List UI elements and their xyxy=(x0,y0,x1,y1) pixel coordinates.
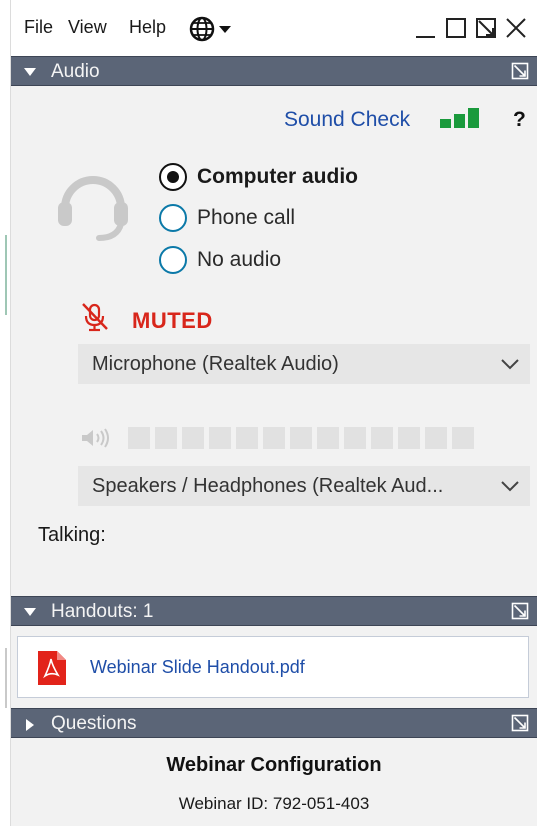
questions-section-header[interactable]: Questions xyxy=(11,708,537,738)
menu-bar: File View Help xyxy=(11,0,537,56)
collapse-triangle-icon[interactable] xyxy=(23,606,37,618)
signal-strength-icon xyxy=(440,108,479,128)
speakers-select-value: Speakers / Headphones (Realtek Aud... xyxy=(92,474,444,497)
radio-label: Phone call xyxy=(197,206,296,229)
gotowebinar-control-panel: File View Help Audio Sound Check ? Compu… xyxy=(0,0,537,826)
chevron-down-icon xyxy=(501,481,519,492)
audio-panel: Sound Check ? Computer audio Phone call … xyxy=(11,86,537,596)
edge-accent xyxy=(5,648,7,708)
edge-accent xyxy=(5,235,7,315)
handout-link[interactable]: Webinar Slide Handout.pdf xyxy=(90,657,305,678)
radio-computer-audio[interactable]: Computer audio xyxy=(159,161,358,193)
handouts-panel: Webinar Slide Handout.pdf xyxy=(11,626,537,708)
config-title: Webinar Configuration xyxy=(166,754,382,776)
level-segment xyxy=(452,427,474,449)
radio-button[interactable] xyxy=(159,163,187,191)
popout-icon[interactable] xyxy=(511,62,529,80)
menu-help[interactable]: Help xyxy=(129,17,166,38)
speaker-level-meter xyxy=(128,427,474,449)
level-segment xyxy=(398,427,420,449)
menu-file[interactable]: File xyxy=(24,17,53,38)
handouts-section-header[interactable]: Handouts: 1 xyxy=(11,596,537,626)
speakers-select[interactable]: Speakers / Headphones (Realtek Aud... xyxy=(78,466,530,506)
headset-icon xyxy=(58,176,128,241)
popout-icon[interactable] xyxy=(473,15,499,41)
level-segment xyxy=(128,427,150,449)
sound-check-link[interactable]: Sound Check xyxy=(284,108,410,132)
popout-icon[interactable] xyxy=(511,602,529,620)
radio-label: No audio xyxy=(197,248,282,271)
level-segment xyxy=(263,427,285,449)
close-icon[interactable] xyxy=(503,15,529,41)
level-segment xyxy=(371,427,393,449)
muted-status: MUTED xyxy=(132,308,213,333)
radio-button[interactable] xyxy=(159,246,187,274)
level-segment xyxy=(425,427,447,449)
level-segment xyxy=(344,427,366,449)
collapse-triangle-icon[interactable] xyxy=(23,66,37,78)
handouts-section-title: Handouts: 1 xyxy=(51,601,154,622)
help-icon[interactable]: ? xyxy=(513,108,526,132)
level-segment xyxy=(317,427,339,449)
maximize-icon[interactable] xyxy=(443,15,469,41)
speaker-volume-icon xyxy=(82,428,109,448)
level-segment xyxy=(209,427,231,449)
menu-view[interactable]: View xyxy=(68,17,107,38)
microphone-select[interactable]: Microphone (Realtek Audio) xyxy=(78,344,530,384)
window-left-edge xyxy=(0,0,11,826)
radio-button[interactable] xyxy=(159,204,187,232)
pdf-file-icon xyxy=(38,651,66,685)
microphone-muted-icon[interactable] xyxy=(81,302,109,332)
handout-item[interactable]: Webinar Slide Handout.pdf xyxy=(17,636,529,698)
chevron-down-icon xyxy=(501,359,519,370)
audio-section-title: Audio xyxy=(51,61,100,82)
radio-label: Computer audio xyxy=(197,165,358,188)
webinar-config-panel: Webinar Configuration Webinar ID: 792-05… xyxy=(11,738,537,826)
webinar-id: Webinar ID: 792-051-403 xyxy=(178,794,370,813)
level-segment xyxy=(236,427,258,449)
minimize-icon[interactable] xyxy=(413,15,439,41)
audio-section-header[interactable]: Audio xyxy=(11,56,537,86)
globe-icon[interactable] xyxy=(189,15,239,43)
questions-section-title: Questions xyxy=(51,713,137,734)
level-segment xyxy=(290,427,312,449)
radio-phone-call[interactable]: Phone call xyxy=(159,202,295,234)
popout-icon[interactable] xyxy=(511,714,529,732)
talking-label: Talking: xyxy=(38,524,106,546)
radio-no-audio[interactable]: No audio xyxy=(159,244,281,276)
level-segment xyxy=(155,427,177,449)
level-segment xyxy=(182,427,204,449)
microphone-select-value: Microphone (Realtek Audio) xyxy=(92,352,339,375)
expand-triangle-icon[interactable] xyxy=(23,718,37,732)
